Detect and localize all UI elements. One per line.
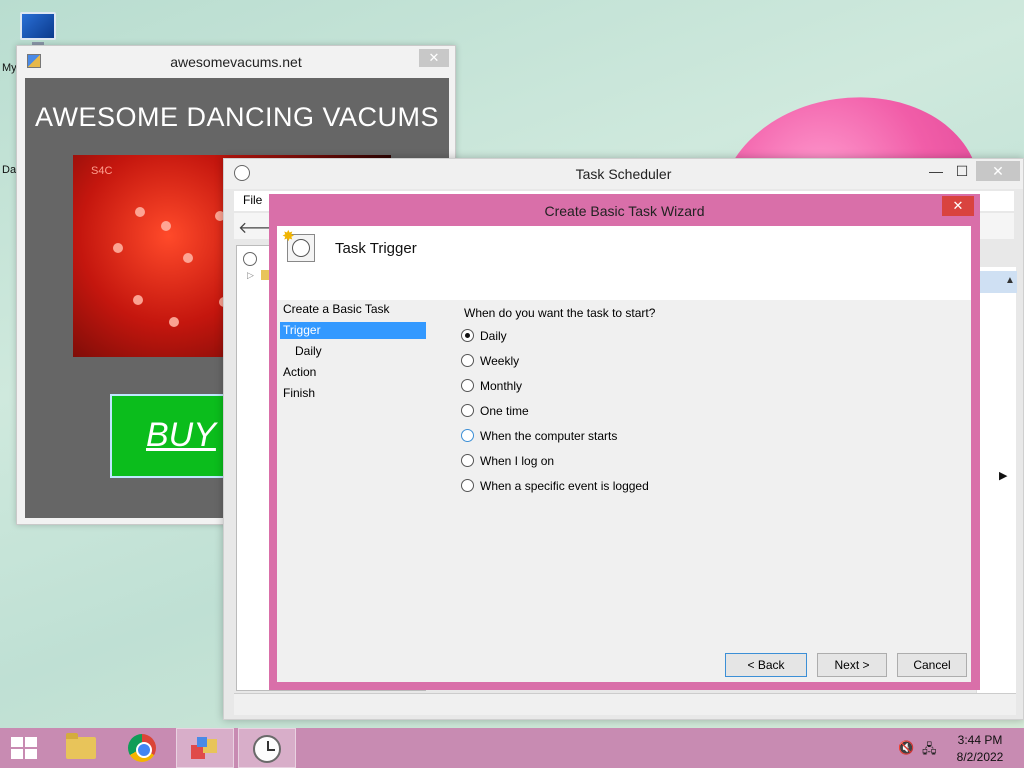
- radio-log-on[interactable]: When I log on: [461, 454, 554, 472]
- radio-daily[interactable]: Daily: [461, 329, 507, 347]
- step-trigger[interactable]: Trigger: [280, 322, 426, 339]
- actions-pane: ▲ ▶: [976, 267, 1017, 697]
- popup-titlebar[interactable]: awesomevacums.net ✕: [17, 46, 455, 76]
- clock-time[interactable]: 3:44 PM: [950, 733, 1010, 747]
- close-button[interactable]: ✕: [976, 161, 1020, 181]
- radio-monthly[interactable]: Monthly: [461, 379, 522, 397]
- radio-icon[interactable]: [461, 379, 474, 392]
- monitor-icon: [20, 12, 56, 40]
- star-icon: ✸: [282, 228, 295, 245]
- collapse-arrow-icon[interactable]: ▲: [1005, 275, 1015, 286]
- popup-headline: AWESOME DANCING VACUMS: [34, 102, 440, 132]
- clock-icon: [253, 735, 281, 763]
- app-icon: [191, 737, 219, 761]
- radio-icon[interactable]: [461, 479, 474, 492]
- task-scheduler-title: Task Scheduler: [575, 166, 672, 182]
- radio-icon[interactable]: [461, 429, 474, 442]
- network-icon[interactable]: 🖧: [922, 740, 938, 756]
- maximize-button[interactable]: ☐: [950, 161, 974, 181]
- minimize-button[interactable]: —: [924, 161, 948, 181]
- taskbar-app[interactable]: [176, 728, 234, 768]
- submenu-arrow-icon[interactable]: ▶: [999, 469, 1007, 482]
- clock-icon: [243, 252, 257, 266]
- popup-title: awesomevacums.net: [170, 54, 302, 70]
- step-finish[interactable]: Finish: [280, 385, 426, 402]
- task-scheduler-titlebar[interactable]: Task Scheduler — ☐ ✕: [224, 159, 1023, 189]
- desktop-icon-label: My: [2, 62, 17, 74]
- speaker-muted-icon[interactable]: 🔇: [898, 740, 914, 756]
- trigger-question: When do you want the task to start?: [464, 306, 656, 320]
- popup-close-button[interactable]: ✕: [419, 49, 449, 67]
- folder-icon: [66, 733, 96, 759]
- wizard-close-button[interactable]: ✕: [942, 196, 974, 216]
- step-create-basic-task[interactable]: Create a Basic Task: [280, 301, 426, 318]
- start-button[interactable]: [0, 728, 58, 768]
- status-bar: [234, 693, 1016, 715]
- next-button[interactable]: Next >: [817, 653, 887, 677]
- radio-icon[interactable]: [461, 404, 474, 417]
- wizard-title: Create Basic Task Wizard: [544, 203, 705, 219]
- desktop-icon-label: Da: [2, 164, 17, 176]
- wizard-header: ✸ Task Trigger: [277, 226, 971, 300]
- radio-one-time[interactable]: One time: [461, 404, 529, 422]
- radio-event-logged[interactable]: When a specific event is logged: [461, 479, 649, 497]
- menu-file[interactable]: File: [243, 193, 262, 207]
- create-basic-task-wizard: Create Basic Task Wizard ✕ ✸ Task Trigge…: [269, 194, 980, 690]
- radio-icon[interactable]: [461, 354, 474, 367]
- clock-date[interactable]: 8/2/2022: [950, 750, 1010, 764]
- radio-icon[interactable]: [461, 454, 474, 467]
- radio-checked-icon[interactable]: [461, 329, 474, 342]
- taskbar-file-explorer[interactable]: [52, 728, 110, 768]
- step-action[interactable]: Action: [280, 364, 426, 381]
- windows-logo-icon: [11, 737, 37, 759]
- taskbar-task-scheduler[interactable]: [238, 728, 296, 768]
- radio-computer-starts[interactable]: When the computer starts: [461, 429, 617, 447]
- taskbar-chrome[interactable]: [114, 728, 172, 768]
- taskbar: 🔇 🖧 3:44 PM 8/2/2022: [0, 728, 1024, 768]
- step-daily[interactable]: Daily: [280, 343, 426, 360]
- wizard-header-title: Task Trigger: [335, 240, 417, 257]
- wizard-steps: Create a Basic Task Trigger Daily Action…: [277, 300, 437, 680]
- expand-arrow-icon[interactable]: ▷: [247, 270, 254, 281]
- cancel-button[interactable]: Cancel: [897, 653, 967, 677]
- chrome-icon: [128, 734, 156, 762]
- radio-weekly[interactable]: Weekly: [461, 354, 519, 372]
- wizard-body: ✸ Task Trigger Create a Basic Task Trigg…: [277, 226, 971, 682]
- back-button[interactable]: < Back: [725, 653, 807, 677]
- video-watermark: S4C: [91, 165, 113, 177]
- task-trigger-icon: ✸: [282, 228, 315, 262]
